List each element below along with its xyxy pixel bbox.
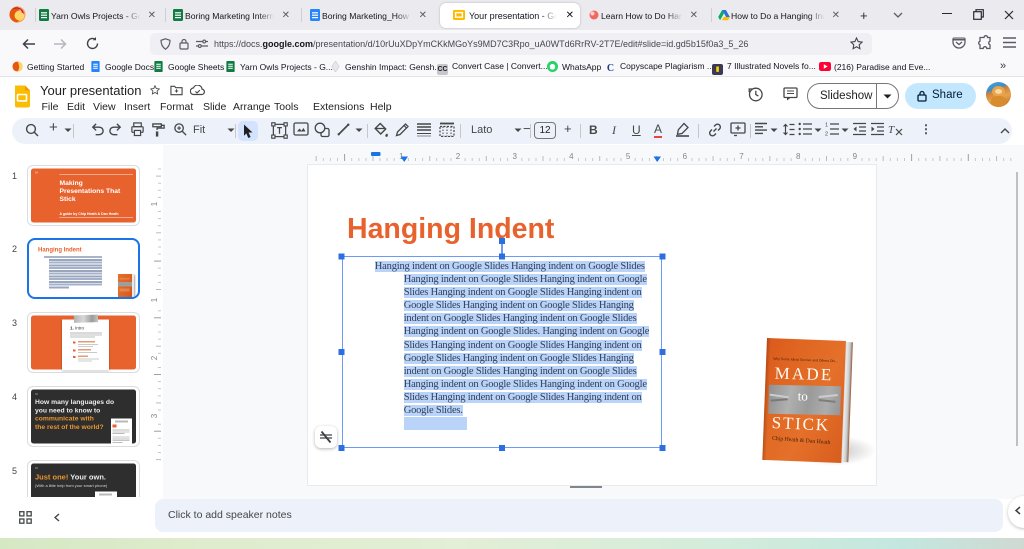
svg-text:1: 1 [825,123,828,129]
svg-text:6: 6 [683,152,688,161]
svg-text:5: 5 [626,152,631,161]
svg-text:2: 2 [825,132,828,137]
svg-text:2: 2 [150,355,159,360]
svg-text:8: 8 [796,152,801,161]
svg-text:3: 3 [150,413,159,418]
svg-text:1: 1 [150,201,159,206]
svg-text:7: 7 [739,152,744,161]
svg-text:T: T [888,124,895,136]
svg-text:9: 9 [853,152,858,161]
svg-text:4: 4 [569,152,574,161]
svg-text:3: 3 [512,152,517,161]
svg-text:2: 2 [456,152,461,161]
svg-text:1: 1 [150,297,159,302]
